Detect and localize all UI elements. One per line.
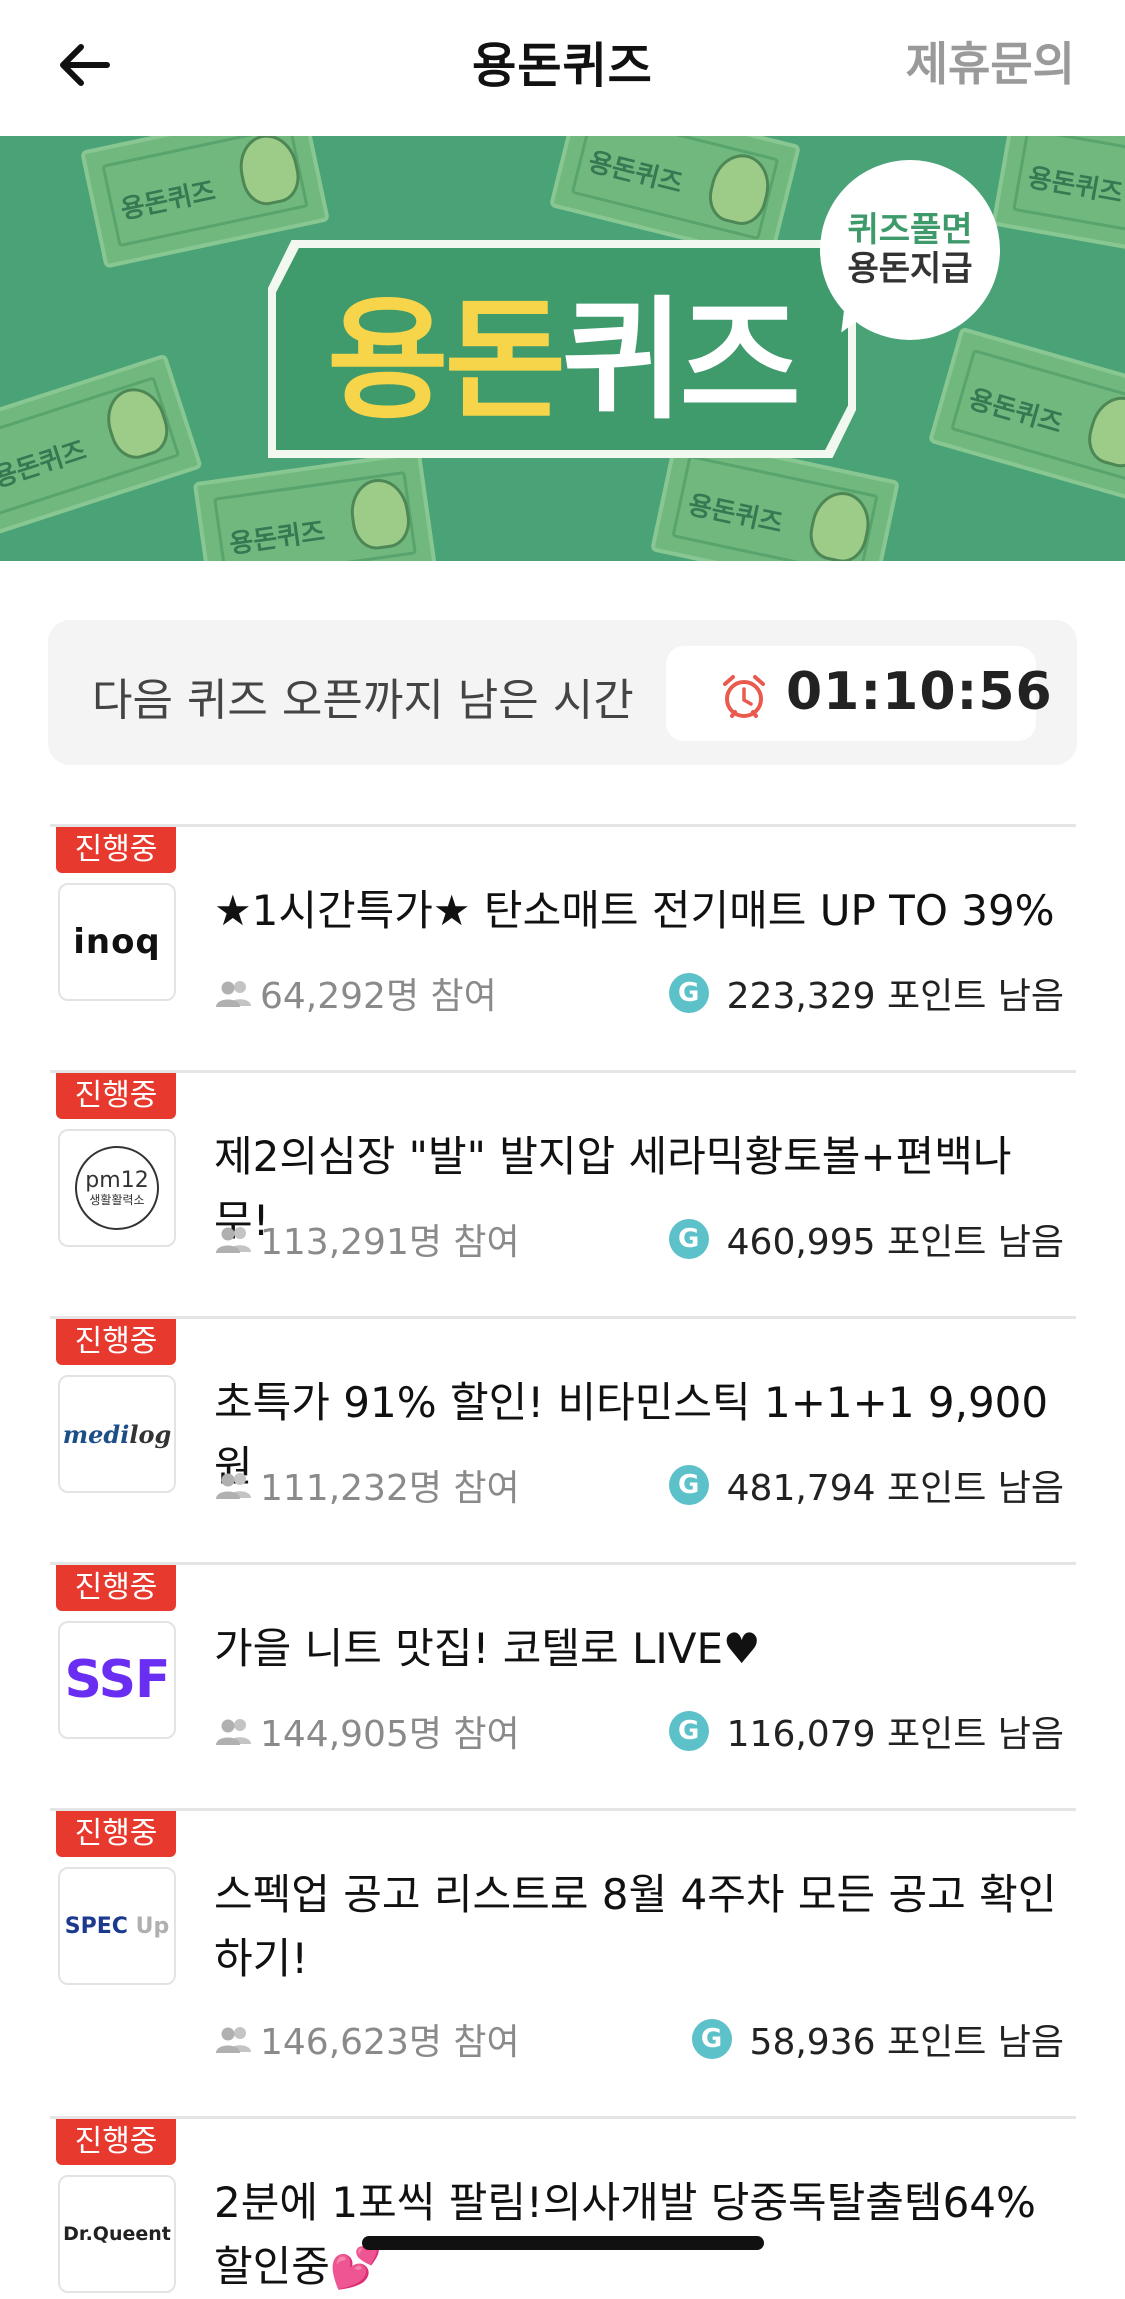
quiz-item[interactable]: 진행중 SSF 가을 니트 맛집! 코텔로 LIVE♥ 144,905명 참여 … (50, 1562, 1076, 1808)
promo-banner[interactable]: 용돈퀴즈 용돈퀴즈 용돈퀴즈 용돈퀴즈 용돈퀴즈 용돈퀴즈 용돈퀴즈 용돈 퀴즈 … (0, 136, 1125, 561)
brand-logo: SSF (58, 1621, 176, 1739)
g-point-icon: G (668, 1465, 709, 1505)
g-point-icon: G (668, 973, 709, 1013)
quiz-item[interactable]: 진행중 pm12 생활활력소 제2의심장 "발" 발지압 세라믹황토볼+편백나무!… (50, 1070, 1076, 1316)
timer-pill: 01:10:56 (666, 646, 1052, 741)
quiz-item[interactable]: 진행중 Dr.Queent 2분에 1포씩 팔림!의사개발 당중독탈출템64%할… (50, 2116, 1076, 2293)
points-remaining: G 481,794 포인트 남음 (668, 1459, 1064, 1511)
brand-logo: medilog (58, 1375, 176, 1493)
participant-count: 113,291명 참여 (214, 1213, 520, 1265)
status-badge: 진행중 (56, 1073, 176, 1119)
quiz-meta: 111,232명 참여 G 481,794 포인트 남음 (214, 1459, 1064, 1509)
participant-count: 111,232명 참여 (214, 1459, 520, 1511)
quiz-meta: 64,292명 참여 G 223,329 포인트 남음 (214, 967, 1064, 1017)
points-remaining: G 460,995 포인트 남음 (668, 1213, 1064, 1265)
quiz-meta: 113,291명 참여 G 460,995 포인트 남음 (214, 1213, 1064, 1263)
brand-logo: SPEC Up (58, 1867, 176, 1985)
speech-bubble: 퀴즈풀면 용돈지급 (820, 160, 1000, 340)
quiz-item[interactable]: 진행중 inoq ★1시간특가★ 탄소매트 전기매트 UP TO 39% 64,… (50, 824, 1076, 1070)
partnership-inquiry-link[interactable]: 제휴문의 (906, 28, 1075, 94)
quiz-title: ★1시간특가★ 탄소매트 전기매트 UP TO 39% (214, 886, 1055, 935)
banknote-decoration: 용돈퀴즈 (0, 353, 203, 539)
people-icon (216, 981, 251, 1007)
alarm-clock-icon (723, 675, 765, 718)
g-point-icon: G (668, 1219, 709, 1259)
quiz-meta: 146,623명 참여 G 58,936 포인트 남음 (214, 2013, 1064, 2063)
brand-logo: pm12 생활활력소 (58, 1129, 176, 1247)
quiz-item[interactable]: 진행중 SPEC Up 스펙업 공고 리스트로 8월 4주차 모든 공고 확인하… (50, 1808, 1076, 2116)
participant-count: 144,905명 참여 (214, 1705, 520, 1757)
quiz-item[interactable]: 진행중 medilog 초특가 91% 할인! 비타민스틱 1+1+1 9,90… (50, 1316, 1076, 1562)
brand-logo: Dr.Queent (58, 2175, 176, 2293)
next-quiz-timer: 다음 퀴즈 오픈까지 남은 시간 01:10:56 (48, 620, 1077, 765)
status-badge: 진행중 (56, 827, 176, 873)
header: 용돈퀴즈 제휴문의 (0, 0, 1125, 136)
home-indicator[interactable] (362, 2236, 764, 2250)
status-badge: 진행중 (56, 1811, 176, 1857)
points-remaining: G 223,329 포인트 남음 (668, 967, 1064, 1019)
people-icon (216, 1719, 251, 1745)
status-badge: 진행중 (56, 1319, 176, 1365)
banner-logo: 용돈 퀴즈 (327, 283, 801, 438)
people-icon (216, 1227, 251, 1253)
brand-logo: inoq (58, 883, 176, 1001)
people-icon (216, 1473, 251, 1499)
g-point-icon: G (668, 1711, 709, 1751)
status-badge: 진행중 (56, 2119, 176, 2165)
banknote-decoration: 용돈퀴즈 (927, 326, 1125, 506)
points-remaining: G 58,936 포인트 남음 (691, 2013, 1064, 2065)
banknote-decoration: 용돈퀴즈 (192, 450, 438, 561)
countdown-value: 01:10:56 (786, 662, 1053, 722)
status-badge: 진행중 (56, 1565, 176, 1611)
quiz-title: 가을 니트 맛집! 코텔로 LIVE♥ (214, 1624, 761, 1673)
people-icon (216, 2027, 251, 2053)
g-point-icon: G (691, 2019, 732, 2059)
quiz-title: 2분에 1포씩 팔림!의사개발 당중독탈출템64%할인중💕 (214, 2178, 1036, 2291)
participant-count: 146,623명 참여 (214, 2013, 520, 2065)
participant-count: 64,292명 참여 (214, 967, 497, 1019)
quiz-meta: 144,905명 참여 G 116,079 포인트 남음 (214, 1705, 1064, 1755)
banknote-decoration: 용돈퀴즈 (991, 136, 1125, 266)
quiz-title: 스펙업 공고 리스트로 8월 4주차 모든 공고 확인하기! (214, 1870, 1057, 1983)
timer-label: 다음 퀴즈 오픈까지 남은 시간 (92, 675, 634, 726)
points-remaining: G 116,079 포인트 남음 (668, 1705, 1064, 1757)
